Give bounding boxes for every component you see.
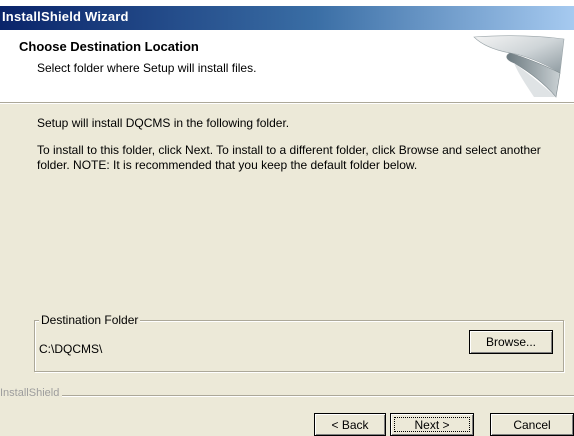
cancel-button[interactable]: Cancel — [490, 413, 574, 436]
page-title: Choose Destination Location — [19, 39, 199, 54]
header-panel: Choose Destination Location Select folde… — [0, 30, 574, 102]
title-bar[interactable]: InstallShield Wizard — [0, 6, 574, 30]
instructions-text: To install to this folder, click Next. T… — [37, 143, 541, 172]
destination-path: C:\DQCMS\ — [39, 342, 103, 356]
install-info-text: Setup will install DQCMS in the followin… — [37, 116, 290, 130]
destination-folder-label: Destination Folder — [39, 313, 141, 327]
installshield-brand: InstallShield — [0, 387, 63, 399]
installshield-separator: InstallShield — [0, 387, 574, 400]
window-title: InstallShield Wizard — [2, 9, 129, 24]
back-button[interactable]: < Back — [314, 413, 386, 436]
page-subtitle: Select folder where Setup will install f… — [37, 61, 257, 75]
footer-rule — [62, 395, 574, 397]
next-button[interactable]: Next > — [390, 413, 474, 436]
browse-button[interactable]: Browse... — [469, 330, 553, 354]
installer-swirl-icon — [473, 35, 565, 98]
header-separator — [0, 102, 574, 104]
